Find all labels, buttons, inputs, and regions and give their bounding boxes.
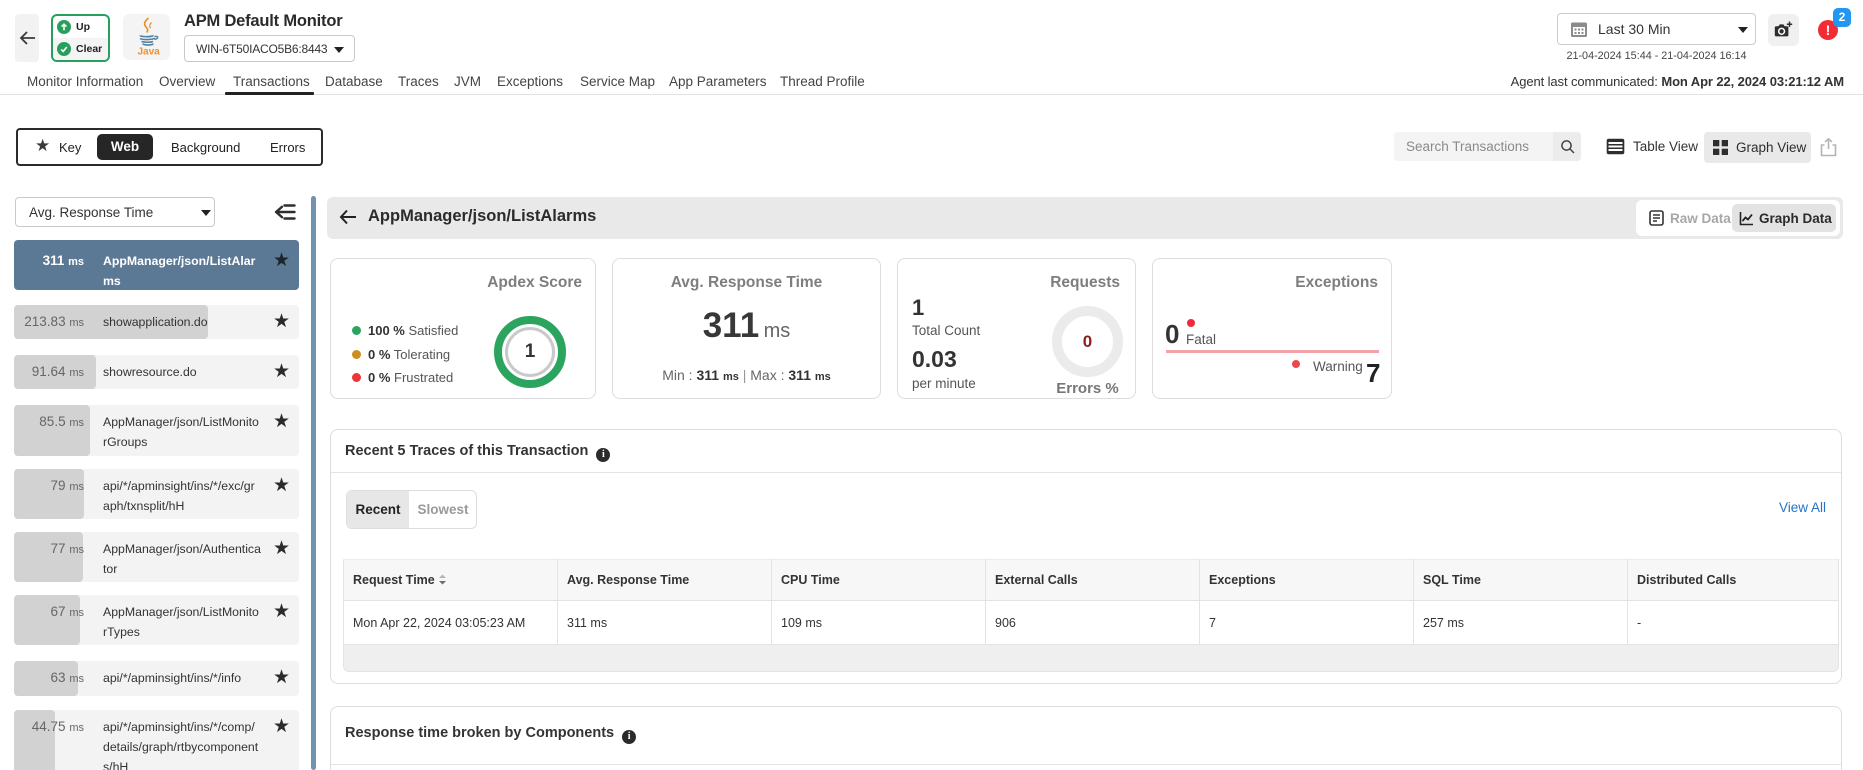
svg-text:Java: Java (137, 47, 160, 58)
